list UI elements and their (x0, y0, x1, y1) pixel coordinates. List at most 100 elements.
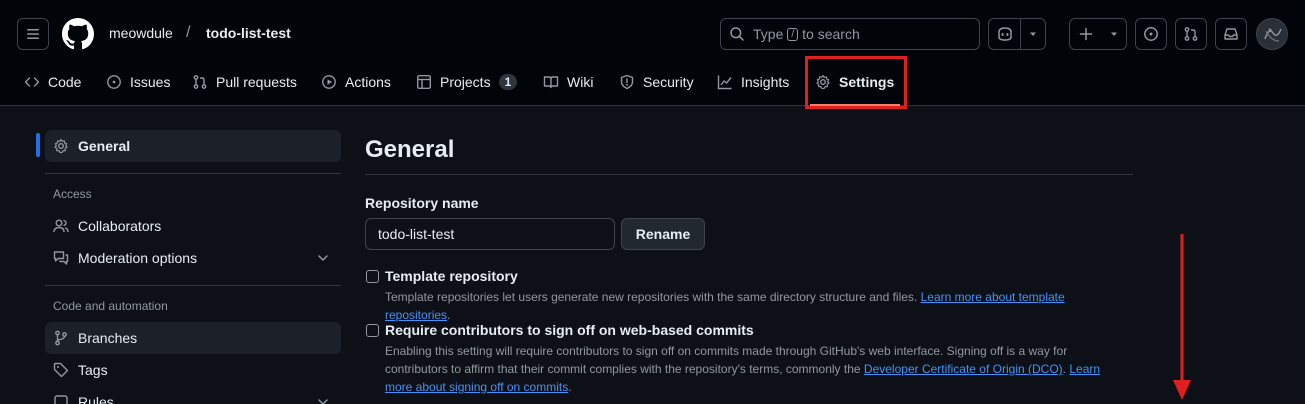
search-placeholder-suffix: to search (802, 26, 860, 42)
template-repository-checkbox[interactable] (366, 270, 379, 283)
avatar-image-icon (1257, 19, 1287, 49)
hamburger-icon (27, 29, 39, 39)
copilot-button-group (988, 18, 1046, 50)
sidebar-item-label: Rules (78, 394, 114, 404)
tab-security[interactable]: Security (619, 66, 694, 98)
search-shortcut-key: / (787, 27, 799, 41)
search-placeholder-prefix: Type (753, 26, 784, 42)
inbox-icon (1224, 28, 1238, 40)
people-icon (53, 219, 69, 233)
sidebar-item-label: Collaborators (78, 218, 162, 234)
book-icon (543, 76, 559, 89)
chevron-down-icon[interactable] (315, 250, 331, 266)
triangle-down-icon (1111, 32, 1117, 36)
signoff-title: Require contributors to sign off on web-… (385, 322, 754, 338)
top-bar: meowdule / todo-list-test Type / to sear… (0, 0, 1305, 66)
search-icon (730, 27, 744, 41)
issue-icon (1144, 27, 1158, 41)
sidebar-item-label: Moderation options (78, 250, 198, 266)
tab-label: Actions (345, 74, 391, 90)
shield-icon (620, 74, 634, 90)
comment-discussion-icon (53, 251, 69, 265)
projects-count-badge: 1 (498, 74, 518, 90)
triangle-down-icon (1030, 32, 1037, 36)
github-logo-icon[interactable] (62, 18, 94, 50)
repo-name-label: Repository name (365, 195, 479, 211)
template-repository-description: Template repositories let users generate… (385, 288, 1125, 324)
sidebar-divider (45, 173, 341, 174)
rename-button[interactable]: Rename (621, 218, 705, 250)
create-new-button[interactable] (1070, 19, 1102, 49)
create-button-group[interactable] (1069, 18, 1127, 50)
git-branch-icon (55, 330, 67, 346)
description-end: . (568, 380, 572, 394)
sidebar-item-branches[interactable]: Branches (45, 322, 341, 354)
rules-icon (54, 395, 68, 404)
tab-insights[interactable]: Insights (717, 66, 789, 98)
issue-icon (107, 75, 121, 89)
tab-wiki[interactable]: Wiki (543, 66, 593, 98)
signoff-checkbox[interactable] (366, 324, 379, 337)
breadcrumb-repo[interactable]: todo-list-test (206, 25, 291, 41)
tab-label: Pull requests (216, 74, 297, 90)
sidebar-item-label: General (78, 138, 131, 154)
template-repository-title: Template repository (385, 268, 518, 284)
sidebar-item-label: Tags (78, 362, 108, 378)
chevron-down-icon[interactable] (315, 394, 331, 404)
tab-label: Projects (440, 74, 491, 90)
user-avatar[interactable] (1256, 18, 1288, 50)
description-end: . (447, 308, 451, 322)
sidebar-item-general[interactable]: General (45, 130, 341, 162)
menu-button[interactable] (17, 18, 49, 50)
tab-label: Code (48, 74, 82, 90)
tab-label: Insights (741, 74, 790, 90)
title-divider (365, 174, 1133, 175)
issues-button[interactable] (1135, 18, 1167, 50)
graph-icon (717, 75, 732, 90)
sidebar-item-rules[interactable]: Rules (45, 386, 341, 404)
tab-label: Security (643, 74, 694, 90)
sidebar-item-collaborators[interactable]: Collaborators (45, 210, 341, 242)
code-icon (24, 77, 40, 87)
create-dropdown-button[interactable] (1102, 19, 1126, 49)
sidebar-heading-access: Access (53, 187, 92, 201)
signoff-description: Enabling this setting will require contr… (385, 342, 1125, 396)
pull-requests-button[interactable] (1175, 18, 1207, 50)
app-header: meowdule / todo-list-test Type / to sear… (0, 0, 1305, 106)
tab-projects[interactable]: Projects 1 (416, 66, 518, 98)
scroll-down-arrow-annotation (1173, 234, 1191, 400)
play-icon (322, 75, 336, 89)
plus-icon (1079, 27, 1093, 41)
tab-issues[interactable]: Issues (106, 66, 170, 98)
sidebar-item-label: Branches (78, 330, 138, 346)
copilot-button[interactable] (989, 19, 1020, 49)
tab-label: Wiki (567, 74, 594, 90)
copilot-icon (997, 27, 1012, 41)
tab-label: Issues (130, 74, 171, 90)
repo-name-input[interactable] (365, 218, 615, 250)
dco-link[interactable]: Developer Certificate of Origin (DCO) (864, 362, 1063, 376)
sidebar-divider (45, 285, 341, 286)
breadcrumb-separator: / (186, 24, 191, 41)
description-mid: . (1062, 362, 1066, 376)
description-text: Template repositories let users generate… (385, 290, 918, 304)
tab-actions[interactable]: Actions (321, 66, 391, 98)
tab-pull-requests[interactable]: Pull requests (192, 66, 297, 98)
sidebar-heading-code-automation: Code and automation (53, 299, 168, 313)
breadcrumb-owner[interactable]: meowdule (109, 25, 173, 41)
gear-icon (54, 138, 68, 154)
inbox-button[interactable] (1215, 18, 1247, 50)
tab-code[interactable]: Code (24, 66, 81, 98)
sidebar-item-moderation-options[interactable]: Moderation options (45, 242, 341, 274)
pull-request-icon (1184, 27, 1198, 41)
tag-icon (53, 362, 69, 378)
sidebar-item-tags[interactable]: Tags (45, 354, 341, 386)
pull-request-icon (193, 75, 207, 89)
active-item-marker (36, 133, 40, 157)
search-input[interactable]: Type / to search (720, 18, 980, 50)
settings-highlight-annotation (805, 56, 907, 109)
copilot-dropdown-button[interactable] (1021, 19, 1045, 49)
page-title: General (365, 136, 455, 163)
table-icon (417, 75, 432, 90)
repo-tabs: Code Issues Pull requests Actions Projec… (0, 66, 1305, 106)
